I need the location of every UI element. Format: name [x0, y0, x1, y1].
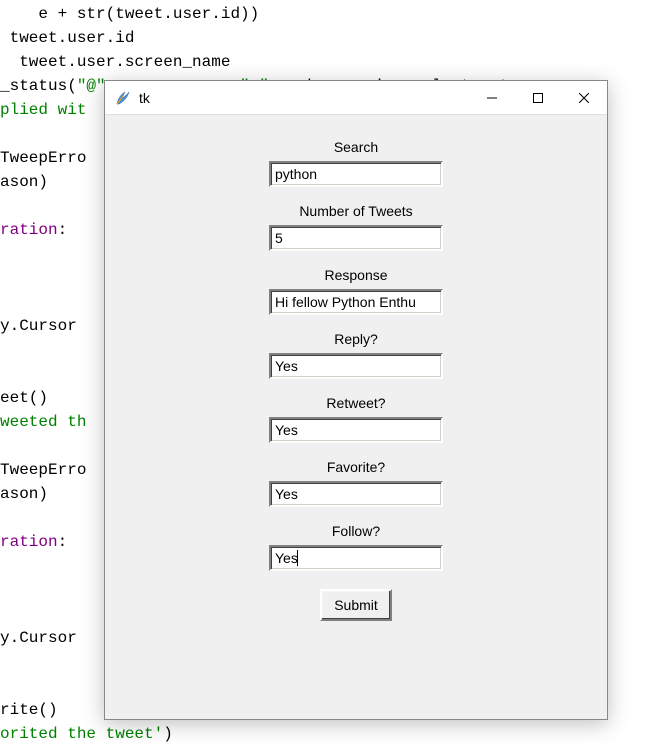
code-token: ration: [0, 533, 58, 551]
code-token: orited the tweet': [0, 725, 163, 743]
code-token: + str: [48, 5, 106, 23]
code-token: TweepErro: [0, 461, 86, 479]
form-entry-search[interactable]: python: [269, 161, 443, 187]
window-title: tk: [139, 90, 469, 106]
entry-value: Yes: [275, 550, 298, 566]
code-line: e + str(tweet.user.id)): [0, 2, 662, 26]
code-token: eet(): [0, 389, 48, 407]
entry-value: Yes: [275, 422, 298, 438]
code-token: :: [58, 221, 68, 239]
code-token: tweet.user.screen_name: [0, 53, 230, 71]
code-token: weeted th: [0, 413, 86, 431]
code-token: TweepErro: [0, 149, 86, 167]
code-line: tweet.user.id: [0, 26, 662, 50]
entry-value: Hi fellow Python Enthu: [275, 294, 416, 310]
entry-value: Yes: [275, 486, 298, 502]
maximize-button[interactable]: [515, 81, 561, 114]
maximize-icon: [533, 93, 543, 103]
window-control-buttons: [469, 81, 607, 114]
entry-value: python: [275, 166, 317, 182]
titlebar[interactable]: tk: [105, 81, 607, 115]
code-token: tweet.user.id: [0, 29, 134, 47]
form-entry-number-of-tweets[interactable]: 5: [269, 225, 443, 251]
form-entry-favorite[interactable]: Yes: [269, 481, 443, 507]
minimize-button[interactable]: [469, 81, 515, 114]
code-token: y.Cursor: [0, 629, 77, 647]
form-entry-response[interactable]: Hi fellow Python Enthu: [269, 289, 443, 315]
close-button[interactable]: [561, 81, 607, 114]
entry-value: Yes: [275, 358, 298, 374]
code-token: ason): [0, 173, 48, 191]
code-token: :: [58, 533, 68, 551]
code-token: ason): [0, 485, 48, 503]
code-token: rite(): [0, 701, 58, 719]
form-label: Retweet?: [326, 395, 385, 411]
code-token: ): [163, 725, 173, 743]
code-token: y.Cursor: [0, 317, 77, 335]
code-token: _status(: [0, 77, 77, 95]
form-label: Number of Tweets: [299, 203, 412, 219]
tk-form-body: Search python Number of Tweets 5 Response Hi …: [105, 115, 607, 621]
form-label: Search: [334, 139, 378, 155]
code-token: (tweet.user.id)): [106, 5, 260, 23]
form-entry-follow[interactable]: Yes: [269, 545, 443, 571]
code-line: tweet.user.screen_name: [0, 50, 662, 74]
form-label: Follow?: [332, 523, 380, 539]
form-label: Reply?: [334, 331, 378, 347]
form-entry-reply[interactable]: Yes: [269, 353, 443, 379]
close-icon: [579, 93, 589, 103]
entry-value: 5: [275, 230, 283, 246]
form-label: Favorite?: [327, 459, 385, 475]
text-cursor: [297, 550, 298, 566]
tk-window: tk Search python Number of Tweets 5 Response…: [104, 80, 608, 720]
code-token: "@": [77, 77, 106, 95]
code-token: e: [0, 5, 48, 23]
form-entry-retweet[interactable]: Yes: [269, 417, 443, 443]
form-label: Response: [324, 267, 387, 283]
tk-app-icon: [115, 90, 131, 106]
code-token: ration: [0, 221, 58, 239]
code-token: plied wit: [0, 101, 86, 119]
code-line: orited the tweet'): [0, 722, 662, 746]
submit-button[interactable]: Submit: [320, 589, 392, 621]
minimize-icon: [487, 93, 497, 103]
